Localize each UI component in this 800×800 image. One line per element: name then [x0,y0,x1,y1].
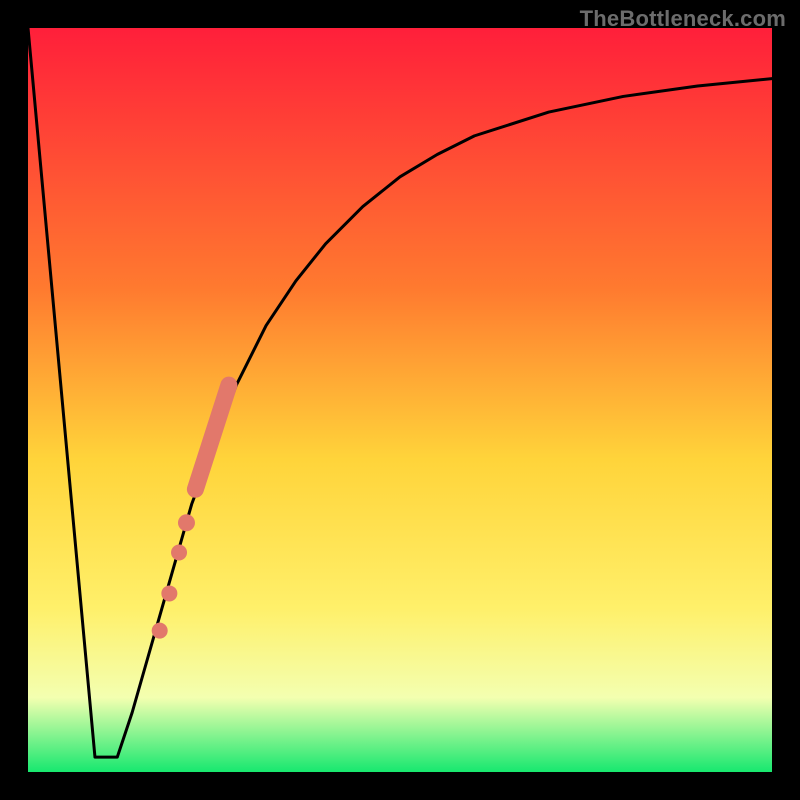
marker-dot [152,623,168,639]
marker-dot [161,585,177,601]
chart-frame: TheBottleneck.com [0,0,800,800]
watermark-text: TheBottleneck.com [580,6,786,32]
marker-dot [178,514,195,531]
chart-svg [28,28,772,772]
marker-dot [171,545,187,561]
plot-area [28,28,772,772]
gradient-background [28,28,772,772]
